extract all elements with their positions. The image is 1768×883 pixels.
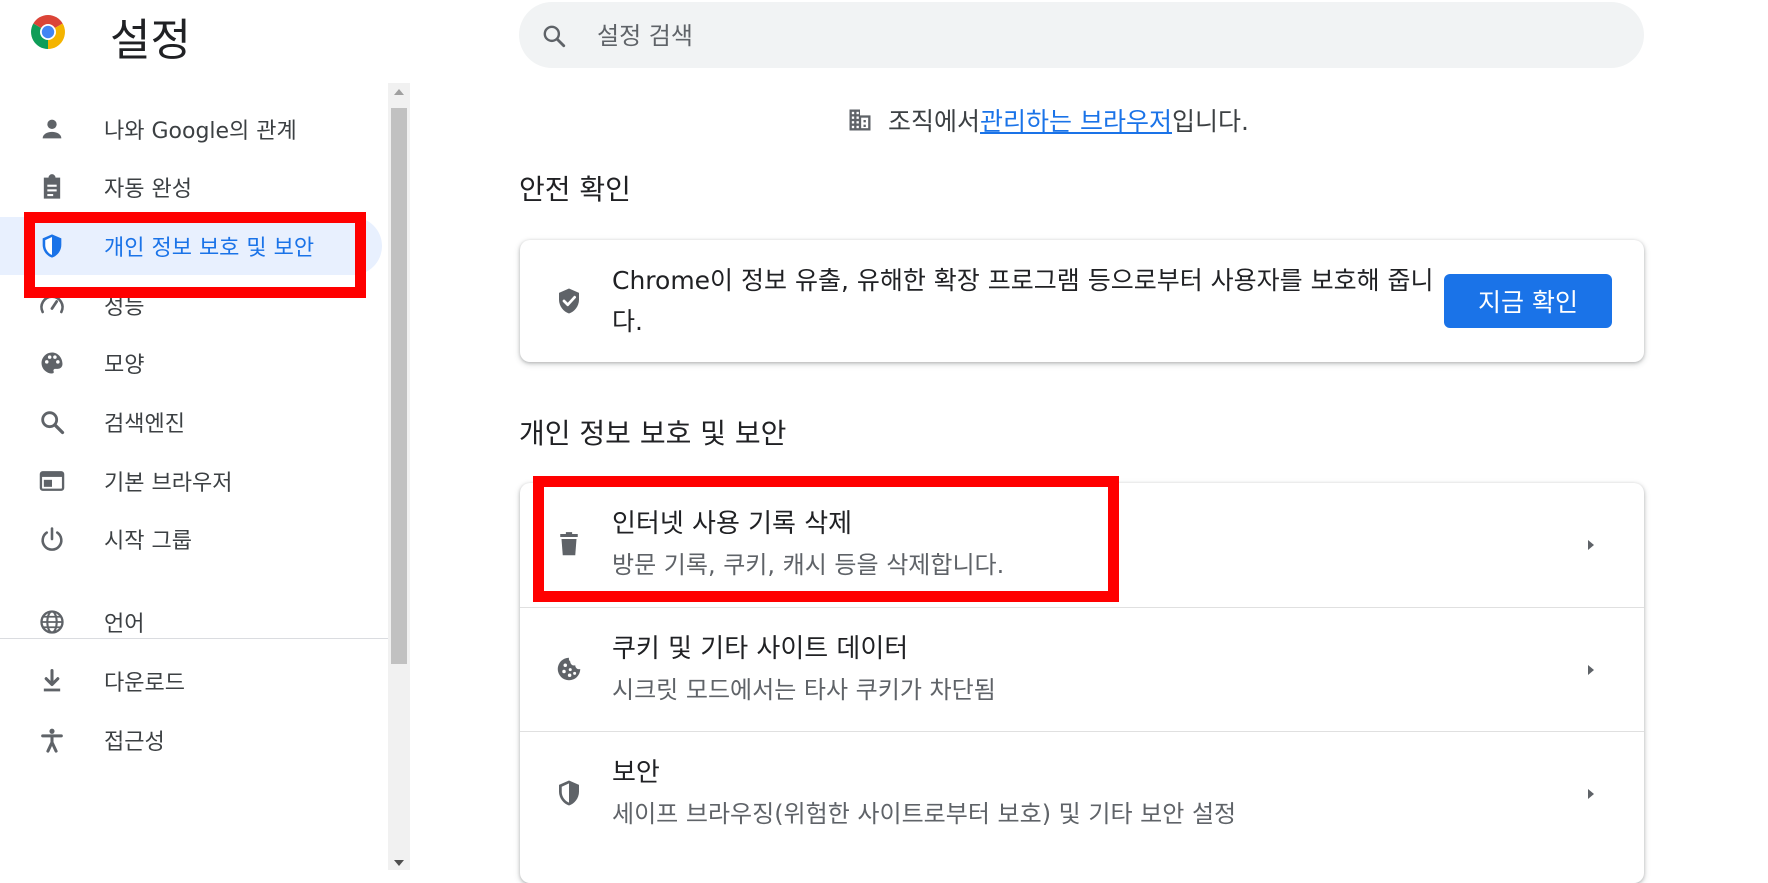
sidebar-item-label: 나와 Google의 관계 bbox=[104, 119, 297, 144]
sidebar-item-label: 검색엔진 bbox=[104, 412, 185, 437]
trash-icon bbox=[554, 529, 584, 559]
power-icon bbox=[38, 525, 66, 553]
shield-icon bbox=[38, 232, 66, 260]
sidebar-divider bbox=[0, 638, 388, 639]
row-title: 보안 bbox=[612, 758, 660, 788]
sidebar-item-performance[interactable]: 성능 bbox=[0, 276, 382, 334]
sidebar-item-label: 자동 완성 bbox=[104, 177, 192, 202]
search-bar[interactable] bbox=[519, 2, 1644, 70]
privacy-card: 인터넷 사용 기록 삭제 방문 기록, 쿠키, 캐시 등을 삭제합니다. 쿠키 … bbox=[520, 483, 1644, 883]
browser-window-icon bbox=[38, 467, 66, 495]
sidebar-item-on-startup[interactable]: 시작 그룹 bbox=[0, 510, 382, 568]
sidebar-item-label: 모양 bbox=[104, 353, 145, 378]
palette-icon bbox=[38, 349, 66, 377]
cookie-icon bbox=[554, 654, 584, 684]
row-title: 쿠키 및 기타 사이트 데이터 bbox=[612, 634, 909, 664]
sidebar-item-label: 개인 정보 보호 및 보안 bbox=[104, 236, 315, 261]
building-icon bbox=[846, 106, 874, 134]
sidebar-item-label: 성능 bbox=[104, 295, 145, 320]
managed-browser-notice: 조직에서 관리하는 브라우저 입니다. bbox=[846, 102, 1366, 138]
sidebar-item-label: 언어 bbox=[104, 612, 145, 637]
shield-check-icon bbox=[554, 286, 584, 316]
row-description: 방문 기록, 쿠키, 캐시 등을 삭제합니다. bbox=[612, 551, 1005, 579]
accessibility-icon bbox=[38, 726, 66, 754]
safety-check-description: Chrome이 정보 유출, 유해한 확장 프로그램 등으로부터 사용자를 보호… bbox=[612, 266, 1434, 336]
sidebar-item-label: 기본 브라우저 bbox=[104, 471, 233, 496]
sidebar-item-appearance[interactable]: 모양 bbox=[0, 334, 382, 392]
sidebar-item-label: 접근성 bbox=[104, 730, 165, 755]
row-title: 인터넷 사용 기록 삭제 bbox=[612, 509, 853, 539]
sidebar-item-label: 다운로드 bbox=[104, 671, 185, 696]
managed-browser-link[interactable]: 관리하는 브라우저 bbox=[980, 102, 1172, 138]
person-icon bbox=[38, 115, 66, 143]
clipboard-icon bbox=[38, 173, 66, 201]
chevron-right-icon bbox=[1584, 535, 1598, 555]
chrome-logo-icon bbox=[30, 14, 66, 50]
scrollbar-thumb[interactable] bbox=[391, 108, 407, 664]
sidebar-item-you-and-google[interactable]: 나와 Google의 관계 bbox=[0, 100, 382, 158]
chevron-right-icon bbox=[1584, 784, 1598, 804]
managed-notice-suffix: 입니다. bbox=[1171, 107, 1249, 136]
safety-check-card: Chrome이 정보 유출, 유해한 확장 프로그램 등으로부터 사용자를 보호… bbox=[520, 240, 1644, 362]
search-input[interactable] bbox=[595, 2, 1619, 70]
sidebar-item-privacy-security[interactable]: 개인 정보 보호 및 보안 bbox=[0, 217, 382, 275]
managed-notice-prefix: 조직에서 bbox=[888, 107, 981, 136]
globe-icon bbox=[38, 608, 66, 636]
safety-check-title: 안전 확인 bbox=[519, 173, 631, 206]
row-description: 시크릿 모드에서는 타사 쿠키가 차단됨 bbox=[612, 676, 996, 704]
sidebar-item-languages[interactable]: 언어 bbox=[0, 593, 382, 651]
sidebar-item-label: 시작 그룹 bbox=[104, 529, 192, 554]
page-title: 설정 bbox=[110, 15, 191, 66]
cookies-site-data-row[interactable]: 쿠키 및 기타 사이트 데이터 시크릿 모드에서는 타사 쿠키가 차단됨 bbox=[520, 607, 1644, 731]
speedometer-icon bbox=[38, 291, 66, 319]
privacy-section-title: 개인 정보 보호 및 보안 bbox=[519, 417, 787, 450]
search-icon bbox=[541, 23, 567, 49]
security-row[interactable]: 보안 세이프 브라우징(위험한 사이트로부터 보호) 및 기타 보안 설정 bbox=[520, 731, 1644, 855]
sidebar: 나와 Google의 관계 자동 완성 개인 정보 보호 및 보안 성능 모양 … bbox=[0, 83, 388, 870]
sidebar-item-default-browser[interactable]: 기본 브라우저 bbox=[0, 452, 382, 510]
download-icon bbox=[38, 667, 66, 695]
sidebar-item-search-engine[interactable]: 검색엔진 bbox=[0, 393, 382, 451]
sidebar-item-autofill[interactable]: 자동 완성 bbox=[0, 158, 382, 216]
check-now-button[interactable]: 지금 확인 bbox=[1444, 274, 1612, 328]
search-icon bbox=[38, 408, 66, 436]
sidebar-item-accessibility[interactable]: 접근성 bbox=[0, 711, 382, 769]
row-description: 세이프 브라우징(위험한 사이트로부터 보호) 및 기타 보안 설정 bbox=[612, 800, 1237, 828]
scroll-up-arrow-icon[interactable] bbox=[393, 87, 405, 97]
sidebar-item-downloads[interactable]: 다운로드 bbox=[0, 652, 382, 710]
scroll-down-arrow-icon[interactable] bbox=[393, 858, 405, 868]
shield-icon bbox=[554, 778, 584, 808]
chevron-right-icon bbox=[1584, 660, 1598, 680]
clear-browsing-data-row[interactable]: 인터넷 사용 기록 삭제 방문 기록, 쿠키, 캐시 등을 삭제합니다. bbox=[520, 483, 1644, 606]
